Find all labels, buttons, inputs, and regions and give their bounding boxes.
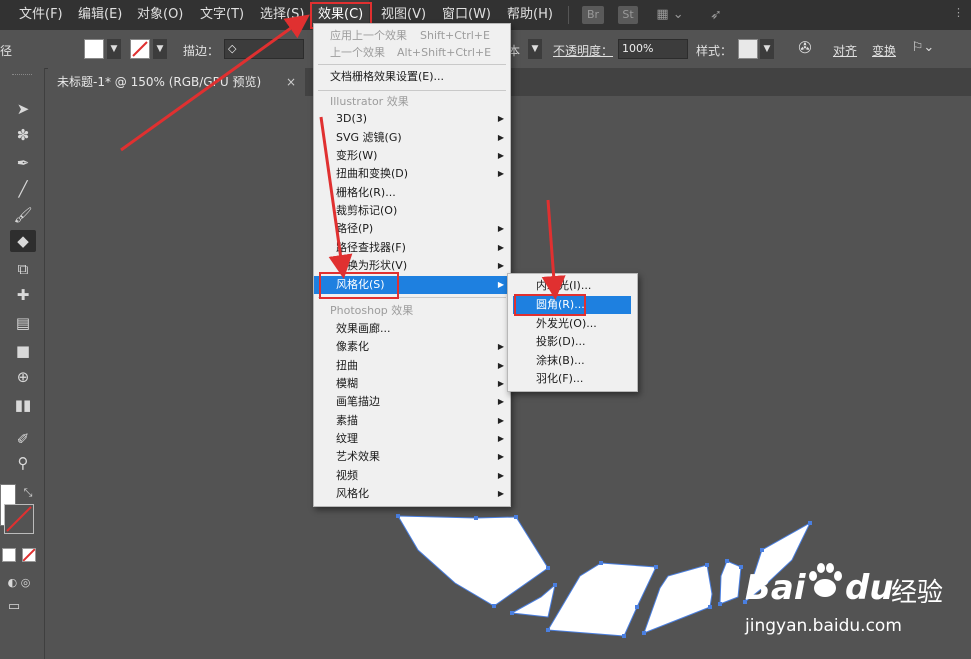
effect-menu: 应用上一个效果 Shift+Ctrl+E 上一个效果 Alt+Shift+Ctr… xyxy=(313,23,511,507)
menu-item-brush-strokes[interactable]: 画笔描边 ▶ xyxy=(314,393,510,411)
recolor-artwork-icon[interactable]: ✇ xyxy=(795,39,815,59)
stroke-dropdown[interactable]: ▼ xyxy=(153,39,167,59)
puppet-pin-icon[interactable]: ✚ xyxy=(10,284,36,306)
opacity-field[interactable]: 100% xyxy=(618,39,688,59)
menu-item-crop-marks[interactable]: 裁剪标记(O) xyxy=(314,202,510,220)
draw-mode-icon[interactable]: ◐ ◎ xyxy=(4,572,34,594)
stroke-weight-field[interactable]: ◇ xyxy=(224,39,304,59)
menu-type[interactable]: 文字(T) xyxy=(200,0,244,30)
menu-item-blur[interactable]: 模糊 ▶ xyxy=(314,375,510,393)
paw-logo-icon xyxy=(807,562,842,597)
menu-item-distort[interactable]: 扭曲 ▶ xyxy=(314,357,510,375)
line-tool-icon[interactable]: ╱ xyxy=(10,178,36,200)
blend-dropdown[interactable]: ▼ xyxy=(528,39,542,59)
menu-item-path[interactable]: 路径(P) ▶ xyxy=(314,220,510,238)
workspace-layout-icon[interactable]: ▦ ⌄ xyxy=(653,6,687,24)
stylize-submenu: 内发光(I)... 圆角(R)... 外发光(O)... 投影(D)... 涂抹… xyxy=(507,273,638,392)
stroke-color-box[interactable] xyxy=(4,504,34,534)
stroke-swatch[interactable] xyxy=(130,39,150,59)
menu-item-convert-to-shape[interactable]: 转换为形状(V) ▶ xyxy=(314,257,510,275)
style-swatch[interactable] xyxy=(738,39,758,59)
menu-item-distort-transform[interactable]: 扭曲和变换(D) ▶ xyxy=(314,165,510,183)
menu-item-warp[interactable]: 变形(W) ▶ xyxy=(314,147,510,165)
menu-item-effect-gallery[interactable]: 效果画廊... xyxy=(314,320,510,338)
gpu-rocket-icon[interactable]: ➶ xyxy=(706,6,726,24)
stroke-label: 描边： xyxy=(183,44,220,58)
watermark-brand-b: du xyxy=(845,568,894,608)
panel-grip[interactable] xyxy=(12,74,32,78)
watermark-brand-a: Bai xyxy=(745,568,806,608)
magic-wand-icon[interactable]: ✽ xyxy=(10,124,36,146)
close-icon[interactable]: × xyxy=(286,68,296,96)
none-mode-icon[interactable] xyxy=(22,548,36,562)
menu-item-pathfinder[interactable]: 路径查找器(F) ▶ xyxy=(314,239,510,257)
submenu-item-outer-glow[interactable]: 外发光(O)... xyxy=(508,315,637,333)
style-dropdown[interactable]: ▼ xyxy=(760,39,774,59)
menu-item-3d[interactable]: 3D(3) ▶ xyxy=(314,110,510,128)
menu-edit[interactable]: 编辑(E) xyxy=(78,0,122,30)
menu-separator xyxy=(318,64,506,65)
align-label[interactable]: 对齐 xyxy=(833,42,857,59)
scale-tool-icon[interactable]: ⧉ xyxy=(10,258,36,280)
menu-separator xyxy=(318,90,506,91)
zoom-tool-icon[interactable]: ⚲ xyxy=(10,452,36,474)
submenu-item-drop-shadow[interactable]: 投影(D)... xyxy=(508,333,637,351)
watermark-url: jingyan.baidu.com xyxy=(745,616,902,636)
path-label: 径 xyxy=(0,44,13,58)
menu-help[interactable]: 帮助(H) xyxy=(507,0,553,30)
document-tab-title: 未标题-1* @ 150% (RGB/GPU 预览) xyxy=(57,75,262,89)
menu-separator xyxy=(318,297,506,298)
submenu-item-round-corners[interactable]: 圆角(R)... xyxy=(513,296,631,314)
opacity-label[interactable]: 不透明度： xyxy=(553,42,613,59)
screen-mode-icon[interactable]: ▭ xyxy=(4,596,24,618)
bridge-icon[interactable]: Br xyxy=(582,6,604,24)
fill-dropdown[interactable]: ▼ xyxy=(107,39,121,59)
pen-tool-icon[interactable]: ✒ xyxy=(10,152,36,174)
paintbrush-icon[interactable]: 🖌 xyxy=(10,204,36,226)
menu-object[interactable]: 对象(O) xyxy=(137,0,183,30)
gradient-tool-icon[interactable]: ■ xyxy=(10,340,36,362)
menu-item-stylize-photoshop[interactable]: 风格化 ▶ xyxy=(314,485,510,503)
menu-item-pixelate[interactable]: 像素化 ▶ xyxy=(314,338,510,356)
menubar-divider xyxy=(568,6,569,24)
style-label: 样式： xyxy=(696,44,733,58)
menu-item-apply-last-effect: 应用上一个效果 Shift+Ctrl+E xyxy=(330,29,490,42)
menu-file[interactable]: 文件(F) xyxy=(19,0,63,30)
menu-item-svg-filters[interactable]: SVG 滤镜(G) ▶ xyxy=(314,129,510,147)
fill-swatch[interactable] xyxy=(84,39,104,59)
menu-item-rasterize[interactable]: 栅格化(R)... xyxy=(314,184,510,202)
stock-icon[interactable]: St xyxy=(618,6,638,24)
selection-tool-icon[interactable]: ➤ xyxy=(10,98,36,120)
puppet-warp-icon[interactable]: ⚐⌄ xyxy=(906,39,940,59)
menu-item-artistic[interactable]: 艺术效果 ▶ xyxy=(314,448,510,466)
eraser-tool-icon[interactable]: ◆ xyxy=(10,230,36,252)
menu-select[interactable]: 选择(S) xyxy=(260,0,304,30)
photoshop-effects-header: Photoshop 效果 xyxy=(330,304,414,317)
swap-colors-icon[interactable]: ⤡ xyxy=(20,482,36,504)
menu-item-texture[interactable]: 纹理 ▶ xyxy=(314,430,510,448)
transform-label[interactable]: 变换 xyxy=(872,42,896,59)
watermark-brand-cn: 经验 xyxy=(891,578,944,608)
menu-item-raster-settings[interactable]: 文档栅格效果设置(E)... xyxy=(314,68,510,86)
perspective-grid-icon[interactable]: ▤ xyxy=(10,312,36,334)
submenu-item-scribble[interactable]: 涂抹(B)... xyxy=(508,352,637,370)
overflow-icon[interactable]: ⋮ xyxy=(953,6,971,24)
menu-item-last-effect: 上一个效果 Alt+Shift+Ctrl+E xyxy=(330,46,492,59)
submenu-item-feather[interactable]: 羽化(F)... xyxy=(508,370,637,388)
menu-item-video[interactable]: 视频 ▶ xyxy=(314,467,510,485)
illustrator-effects-header: Illustrator 效果 xyxy=(330,95,409,108)
document-tab[interactable]: 未标题-1* @ 150% (RGB/GPU 预览) xyxy=(48,68,305,96)
submenu-item-inner-glow[interactable]: 内发光(I)... xyxy=(508,277,637,295)
shape-builder-icon[interactable]: ⊕ xyxy=(10,366,36,388)
graph-tool-icon[interactable]: ▮▮ xyxy=(10,394,36,416)
tools-panel: ➤ ✽ ✒ ╱ 🖌 ◆ ⧉ ✚ ▤ ■ ⊕ ▮▮ ✐ ⚲ ⤡ ◐ ◎ ▭ xyxy=(0,68,45,659)
color-mode-icon[interactable] xyxy=(2,548,16,562)
eyedropper-icon[interactable]: ✐ xyxy=(10,428,36,450)
menu-item-stylize-illustrator[interactable]: 风格化(S) ▶ xyxy=(314,276,510,294)
menu-item-sketch[interactable]: 素描 ▶ xyxy=(314,412,510,430)
watermark: Bai du 经验 jingyan.baidu.com xyxy=(745,560,965,640)
